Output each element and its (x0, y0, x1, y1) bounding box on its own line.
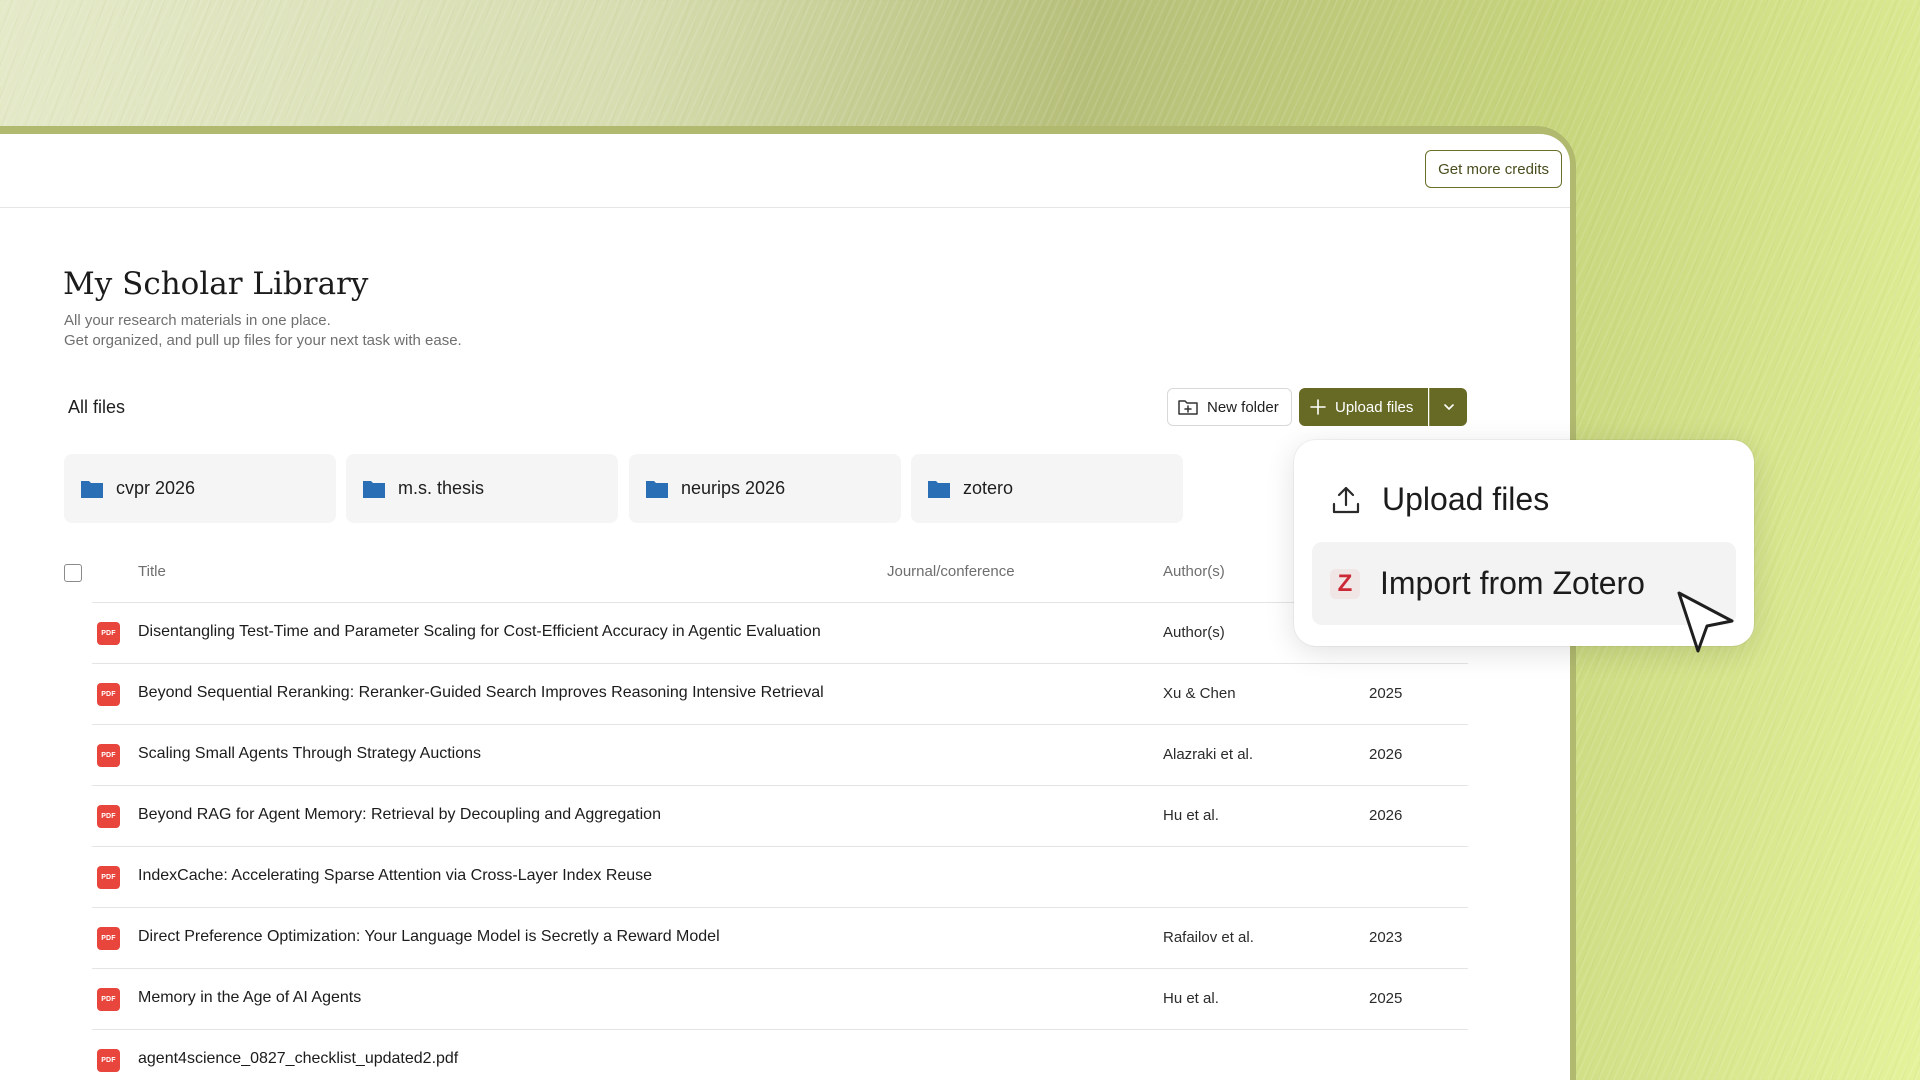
menu-item-label: Upload files (1382, 481, 1550, 517)
page-subtitle-line2: Get organized, and pull up files for you… (64, 332, 462, 349)
row-title: Disentangling Test-Time and Parameter Sc… (138, 623, 821, 640)
pdf-file-icon: PDF (97, 805, 120, 828)
pdf-file-icon: PDF (97, 927, 120, 950)
folder-icon (646, 480, 668, 498)
row-authors: Hu et al. (1163, 807, 1219, 824)
top-bar: Get more credits (0, 134, 1570, 208)
row-title: agent4science_0827_checklist_updated2.pd… (138, 1050, 459, 1067)
row-authors: Rafailov et al. (1163, 929, 1254, 946)
pdf-file-icon: PDF (97, 988, 120, 1011)
row-year: 2025 (1369, 685, 1403, 702)
menu-item-upload-files[interactable]: Upload files (1312, 458, 1736, 541)
table-row[interactable]: PDF Memory in the Age of AI Agents Hu et… (92, 968, 1468, 1029)
page-subtitle-line1: All your research materials in one place… (64, 312, 331, 329)
new-folder-icon (1178, 400, 1198, 415)
pdf-file-icon: PDF (97, 622, 120, 645)
plus-icon (1310, 399, 1326, 415)
row-year: 2026 (1369, 807, 1403, 824)
zotero-icon: Z (1330, 568, 1360, 599)
upload-options-dropdown[interactable] (1429, 388, 1467, 426)
folder-name: m.s. thesis (398, 478, 485, 498)
table-row[interactable]: PDF Beyond Sequential Reranking: Reranke… (92, 663, 1468, 724)
pdf-file-icon: PDF (97, 744, 120, 767)
folder-card[interactable]: cvpr 2026 (64, 454, 336, 523)
table-row[interactable]: PDF IndexCache: Accelerating Sparse Atte… (92, 846, 1468, 907)
column-header-title[interactable]: Title (138, 563, 166, 580)
chevron-down-icon (1443, 404, 1454, 410)
column-header-journal[interactable]: Journal/conference (887, 563, 1015, 580)
folder-card[interactable]: zotero (911, 454, 1183, 523)
row-authors: Alazraki et al. (1163, 746, 1254, 763)
folder-icon (363, 480, 385, 498)
menu-item-import-zotero[interactable]: Z Import from Zotero (1312, 542, 1736, 625)
row-title: Beyond RAG for Agent Memory: Retrieval b… (138, 806, 661, 823)
table-row[interactable]: PDF agent4science_0827_checklist_updated… (92, 1029, 1468, 1080)
row-authors: Hu et al. (1163, 990, 1219, 1007)
menu-item-label: Import from Zotero (1380, 565, 1645, 601)
breadcrumb-all-files[interactable]: All files (68, 397, 125, 418)
page-title: My Scholar Library (63, 266, 369, 302)
folder-name: cvpr 2026 (116, 478, 196, 498)
table-row[interactable]: PDF Disentangling Test-Time and Paramete… (92, 602, 1468, 663)
column-header-authors[interactable]: Author(s) (1163, 563, 1225, 580)
row-year: 2023 (1369, 929, 1403, 946)
upload-files-button[interactable]: Upload files (1299, 388, 1428, 426)
upload-files-label: Upload files (1335, 398, 1414, 416)
table-row[interactable]: PDF Direct Preference Optimization: Your… (92, 907, 1468, 968)
row-title: IndexCache: Accelerating Sparse Attentio… (138, 867, 653, 884)
row-title: Scaling Small Agents Through Strategy Au… (138, 745, 482, 762)
new-folder-button[interactable]: New folder (1167, 388, 1292, 426)
get-more-credits-button[interactable]: Get more credits (1425, 150, 1562, 188)
row-year: 2025 (1369, 990, 1403, 1007)
folder-icon (928, 480, 950, 498)
folder-name: zotero (963, 478, 1014, 498)
pdf-file-icon: PDF (97, 683, 120, 706)
mouse-cursor-icon (1677, 591, 1734, 653)
row-year: 2026 (1369, 746, 1403, 763)
row-title: Beyond Sequential Reranking: Reranker-Gu… (138, 684, 824, 701)
row-title: Memory in the Age of AI Agents (138, 989, 362, 1006)
folder-card[interactable]: m.s. thesis (346, 454, 618, 523)
row-authors: Author(s) (1163, 624, 1225, 641)
select-all-checkbox[interactable] (64, 564, 82, 582)
folder-name: neurips 2026 (681, 478, 786, 498)
table-row[interactable]: PDF Scaling Small Agents Through Strateg… (92, 724, 1468, 785)
row-title: Direct Preference Optimization: Your Lan… (138, 928, 720, 945)
pdf-file-icon: PDF (97, 866, 120, 889)
new-folder-label: New folder (1207, 398, 1279, 416)
pdf-file-icon: PDF (97, 1049, 120, 1072)
table-row[interactable]: PDF Beyond RAG for Agent Memory: Retriev… (92, 785, 1468, 846)
folder-icon (81, 480, 103, 498)
upload-icon (1332, 486, 1360, 513)
folder-card[interactable]: neurips 2026 (629, 454, 901, 523)
row-authors: Xu & Chen (1163, 685, 1236, 702)
